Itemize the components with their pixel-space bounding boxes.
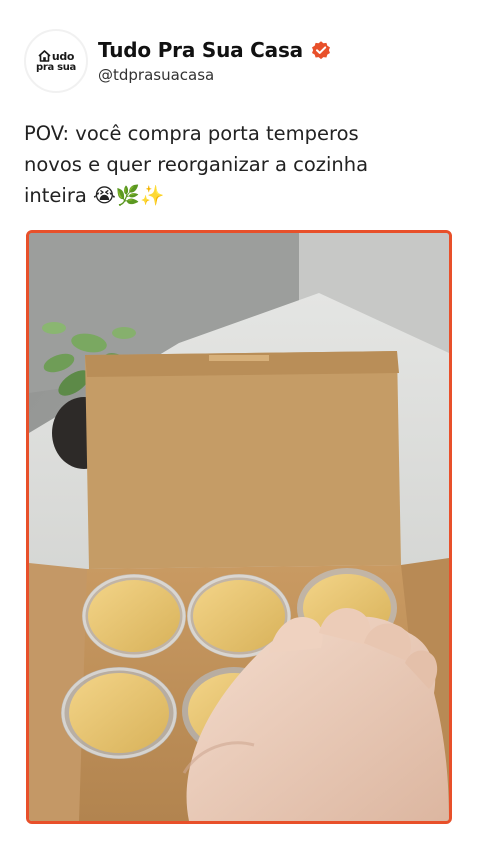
avatar-logo-subtext: pra sua (35, 61, 77, 73)
account-names: Tudo Pra Sua Casa @tdprasuacasa (98, 38, 332, 84)
post-media[interactable] (26, 230, 452, 824)
verified-badge-icon (311, 41, 330, 60)
post-header: udo pra sua Tudo Pra Sua Casa @tdprasuac… (24, 28, 332, 94)
caption-line-1: POV: você compra porta temperos (24, 122, 359, 145)
caption-line-2: novos e quer reorganizar a cozinha (24, 153, 369, 176)
avatar[interactable]: udo pra sua (24, 29, 88, 93)
post-card: udo pra sua Tudo Pra Sua Casa @tdprasuac… (0, 0, 480, 854)
post-caption: POV: você compra porta temperos novos e … (24, 118, 454, 211)
caption-line-3: inteira 😭🌿✨ (24, 184, 165, 207)
name-row: Tudo Pra Sua Casa (98, 38, 332, 62)
house-icon (38, 49, 51, 62)
spice-jar (82, 574, 186, 658)
avatar-logo-text: udo (51, 49, 75, 63)
avatar-logo-line1: udo (38, 49, 75, 63)
account-handle[interactable]: @tdprasuacasa (98, 66, 332, 84)
video-frame-image (29, 233, 449, 821)
spice-jar (61, 667, 177, 759)
display-name[interactable]: Tudo Pra Sua Casa (98, 38, 303, 62)
box-lid (85, 351, 401, 569)
